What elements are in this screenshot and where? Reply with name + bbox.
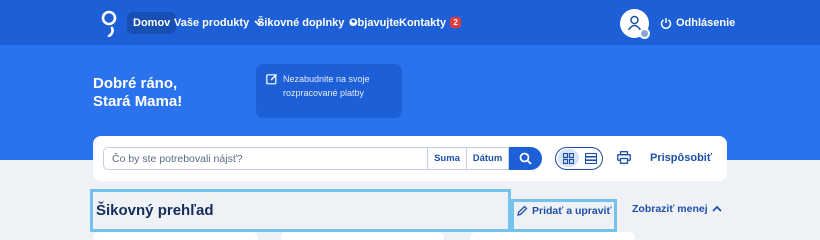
search-input[interactable]	[103, 147, 430, 170]
app-logo-icon[interactable]	[99, 9, 119, 37]
filter-amount-button[interactable]: Suma	[427, 147, 467, 170]
pending-payments-notice[interactable]: Nezabudnite na svoje rozpracované platby	[256, 64, 402, 118]
overview-card	[93, 232, 258, 240]
user-avatar[interactable]	[620, 9, 650, 39]
notice-text: Nezabudnite na svoje rozpracované platby	[283, 74, 370, 98]
grid-view-button[interactable]	[558, 149, 579, 167]
add-edit-button[interactable]: Pridať a upraviť	[511, 199, 617, 232]
print-icon[interactable]	[617, 151, 631, 164]
pencil-icon	[517, 205, 528, 216]
add-edit-label: Pridať a upraviť	[532, 205, 612, 217]
greeting-line-1: Dobré ráno,	[93, 75, 178, 92]
overview-card	[281, 232, 444, 240]
overview-card	[470, 232, 635, 240]
search-button[interactable]	[509, 147, 542, 170]
nav-item-addons-label: Šikovné doplnky	[257, 17, 345, 29]
nav-item-products-label: Vaše produkty	[174, 17, 250, 29]
grid-icon	[563, 153, 574, 164]
top-navigation-bar: Domov Vaše produkty Šikovné doplnky Obja…	[0, 0, 820, 45]
chevron-up-icon[interactable]	[712, 205, 722, 213]
section-title: Šikovný prehľad	[90, 189, 511, 232]
search-panel: Suma Dátum Prispôsobiť	[93, 136, 727, 181]
power-icon	[660, 18, 672, 29]
greeting-line-2: Stará Mama!	[93, 93, 183, 110]
notification-badge: 2	[450, 17, 462, 28]
nav-item-contacts-label: Kontakty	[399, 17, 447, 29]
nav-item-discover[interactable]: Objavujte	[349, 13, 399, 33]
settings-dot-icon	[639, 28, 650, 39]
view-toggle	[555, 147, 603, 170]
edit-note-icon	[266, 74, 277, 85]
nav-item-addons[interactable]: Šikovné doplnky	[257, 13, 358, 33]
greeting: Dobré ráno, Stará Mama!	[93, 75, 243, 111]
nav-item-contacts[interactable]: Kontakty 2	[399, 13, 462, 33]
filter-date-button[interactable]: Dátum	[466, 147, 509, 170]
nav-item-products[interactable]: Vaše produkty	[174, 13, 263, 33]
list-view-button[interactable]	[581, 149, 601, 167]
logout-button[interactable]: Odhlásenie	[660, 15, 735, 31]
list-icon	[585, 153, 597, 164]
nav-item-home[interactable]: Domov	[127, 12, 177, 34]
show-less-button[interactable]: Zobraziť menej	[632, 203, 708, 215]
search-icon	[519, 152, 532, 165]
logout-label: Odhlásenie	[676, 17, 736, 29]
customize-button[interactable]: Prispôsobiť	[650, 152, 712, 164]
